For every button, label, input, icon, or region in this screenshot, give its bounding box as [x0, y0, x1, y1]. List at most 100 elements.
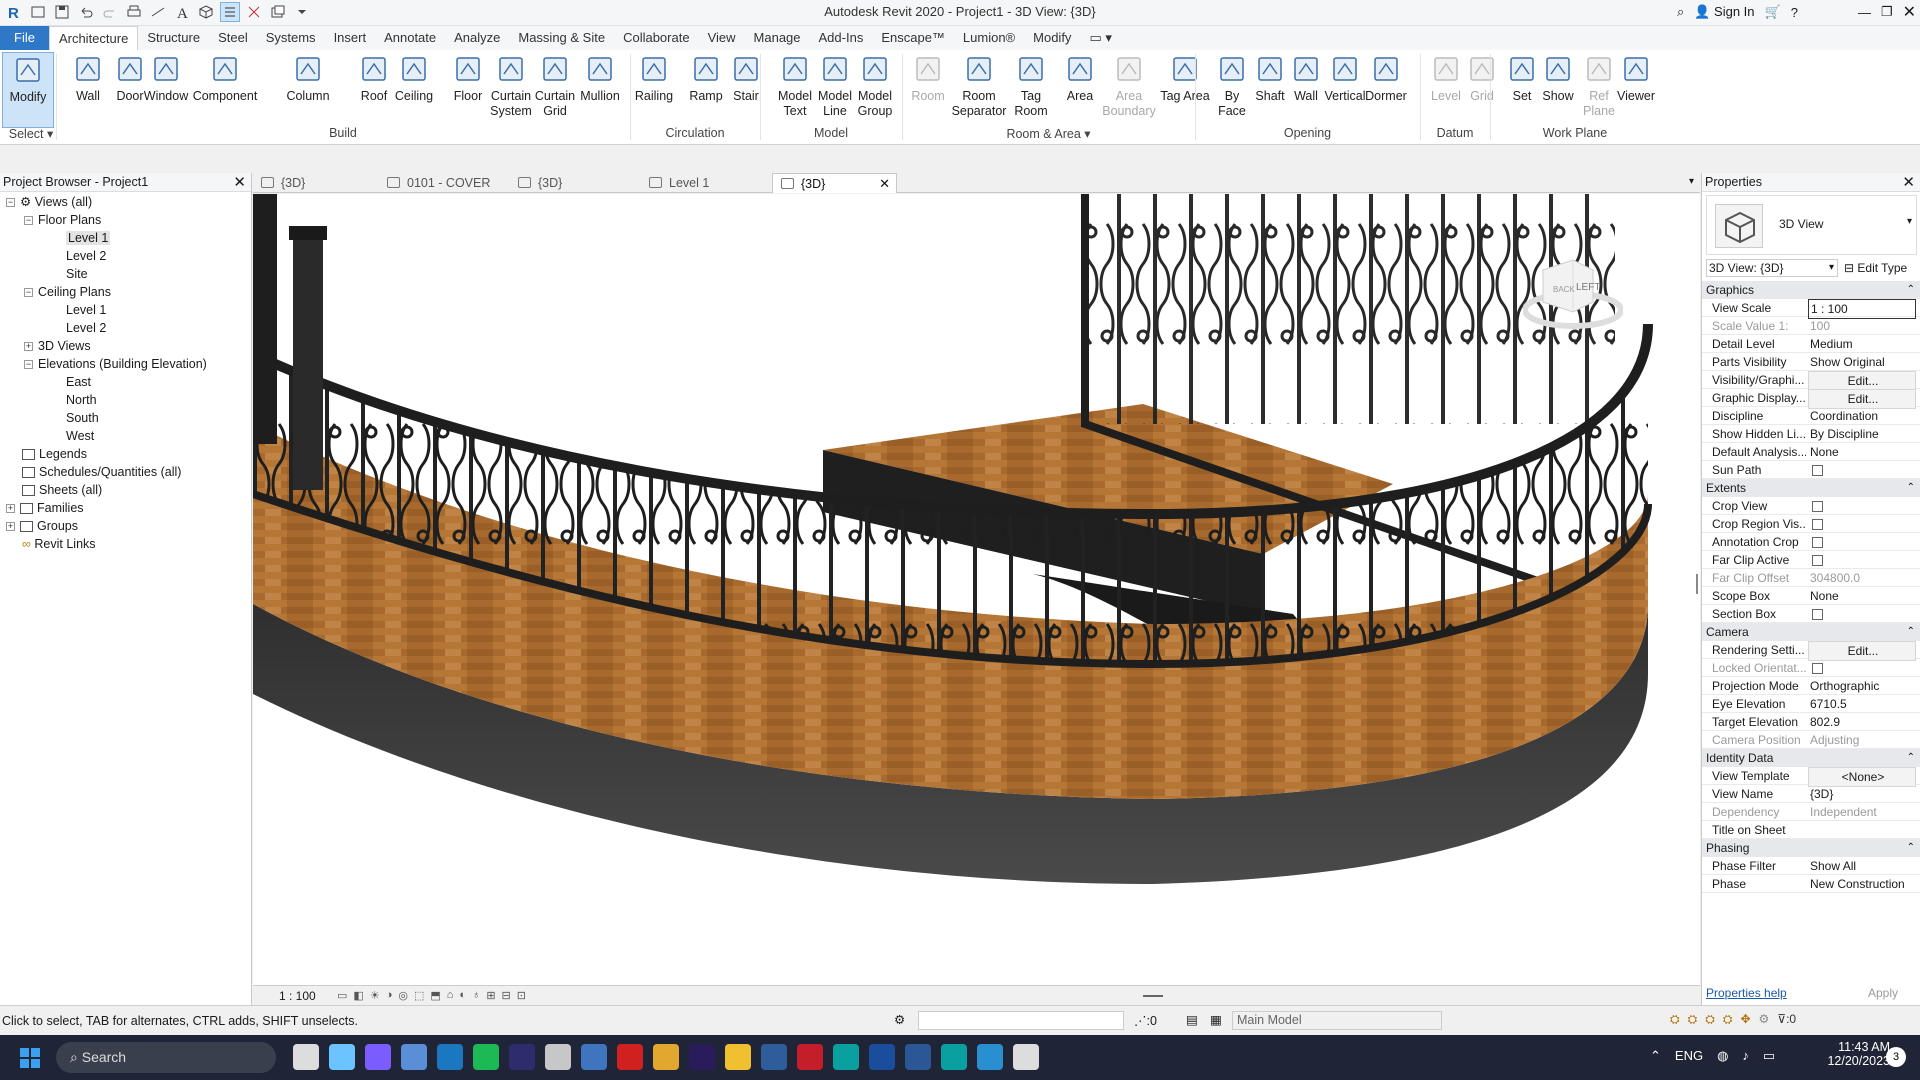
close-icon[interactable]: ✕	[233, 173, 246, 192]
property-value[interactable]: Edit...	[1808, 641, 1916, 661]
property-value[interactable]: Medium	[1808, 335, 1916, 353]
instance-selector[interactable]: 3D View: {3D} ▾	[1706, 259, 1838, 277]
tree-schedules[interactable]: Schedules/Quantities (all)	[0, 463, 251, 481]
workset-icon[interactable]: ⚙	[894, 1012, 905, 1027]
expand-icon[interactable]: +	[6, 522, 15, 532]
tree-sheets[interactable]: Sheets (all)	[0, 481, 251, 499]
newel-post-right[interactable]	[293, 230, 323, 490]
property-value[interactable]: Coordination	[1808, 407, 1916, 425]
section-extents[interactable]: Extents ⌃	[1702, 479, 1920, 497]
group-select[interactable]: Select ▾	[6, 126, 56, 141]
section-graphics[interactable]: Graphics ⌃	[1702, 281, 1920, 299]
tab-insert[interactable]: Insert	[325, 26, 376, 50]
collapse-icon[interactable]: ⌃	[1907, 623, 1915, 641]
tree-east[interactable]: East	[0, 373, 251, 391]
checkbox[interactable]	[1812, 465, 1823, 477]
tab-steel[interactable]: Steel	[209, 26, 257, 50]
tab-structure[interactable]: Structure	[138, 26, 209, 50]
ramp-button[interactable]: Ramp	[684, 52, 728, 128]
collapse-icon[interactable]: −	[24, 288, 33, 298]
cart-icon[interactable]: 🛒	[1765, 4, 1781, 20]
section-phasing[interactable]: Phasing ⌃	[1702, 839, 1920, 857]
media-icon[interactable]	[617, 1044, 643, 1070]
tree-ceiling-level-1[interactable]: Level 1	[0, 301, 251, 319]
roof-button[interactable]: Roof	[352, 52, 396, 128]
checkbox[interactable]	[1812, 501, 1823, 513]
checkbox[interactable]	[1812, 663, 1823, 675]
tab-analyze[interactable]: Analyze	[445, 26, 509, 50]
collapse-icon[interactable]: −	[6, 198, 15, 208]
contextual-dropdown-icon[interactable]: ▭ ▾	[1080, 26, 1120, 50]
tab-view[interactable]: View	[699, 26, 745, 50]
view-cube[interactable]: BACK LEFT	[1522, 250, 1624, 340]
editable-only-icon[interactable]: ▤	[1186, 1012, 1198, 1027]
collapse-icon[interactable]: −	[24, 216, 33, 226]
taskbar-search[interactable]: ⌕ Search	[56, 1042, 276, 1073]
select-by-face-icon[interactable]: ⛭	[1723, 1012, 1733, 1027]
plex-icon[interactable]	[689, 1044, 715, 1070]
model-group-button[interactable]: Model Group	[850, 52, 900, 128]
property-value[interactable]: <None>	[1808, 767, 1916, 787]
curtain-grid-button[interactable]: Curtain Grid	[530, 52, 580, 128]
tab-dropdown-icon[interactable]: ▾	[1689, 176, 1694, 187]
task-view-icon[interactable]	[293, 1044, 319, 1070]
type-selector[interactable]: 3D View ▾	[1706, 195, 1917, 255]
cloud-icon[interactable]	[329, 1044, 355, 1070]
clock[interactable]: 11:43 AM 12/20/2023	[1810, 1040, 1890, 1068]
volume-icon[interactable]: ♪	[1742, 1048, 1749, 1064]
edge-icon[interactable]	[473, 1044, 499, 1070]
properties-help-link[interactable]: Properties help	[1706, 986, 1787, 1000]
scale-control[interactable]: 1 : 100	[279, 989, 316, 1003]
stair-button[interactable]: Stair	[724, 52, 768, 128]
checkbox[interactable]	[1812, 537, 1823, 549]
section-identity[interactable]: Identity Data ⌃	[1702, 749, 1920, 767]
network-icon[interactable]: ◍	[1717, 1048, 1728, 1064]
area-boundary-button[interactable]: Area Boundary	[1102, 52, 1156, 128]
group-room-area[interactable]: Room & Area ▾	[902, 126, 1195, 141]
detail-level-icon[interactable]: ▭	[337, 989, 347, 1002]
curtain-system-button[interactable]: Curtain System	[486, 52, 536, 128]
edit-type-button[interactable]: ⊟ Edit Type	[1844, 259, 1907, 277]
photos-icon[interactable]	[401, 1044, 427, 1070]
wall-button[interactable]: Wall	[66, 52, 110, 128]
mullion-button[interactable]: Mullion	[578, 52, 622, 128]
spotify-icon[interactable]	[509, 1044, 535, 1070]
collapse-icon[interactable]: ⌃	[1907, 749, 1915, 767]
temp-hide-icon[interactable]: ◐	[459, 989, 466, 1002]
tree-site[interactable]: Site	[0, 265, 251, 283]
visual-style-icon[interactable]: ◧	[353, 989, 363, 1002]
design-option-icon[interactable]: ▦	[1210, 1012, 1222, 1027]
collapse-icon[interactable]: ⌃	[1907, 281, 1915, 299]
tab-massing-site[interactable]: Massing & Site	[509, 26, 614, 50]
column-button[interactable]: Column	[286, 52, 330, 128]
property-checkbox[interactable]	[1808, 515, 1916, 533]
property-value[interactable]: Show Original	[1808, 353, 1916, 371]
property-checkbox[interactable]	[1808, 551, 1916, 569]
tree-west[interactable]: West	[0, 427, 251, 445]
sign-in-button[interactable]: 👤 Sign In	[1694, 4, 1754, 20]
railing-button[interactable]: Railing	[632, 52, 676, 128]
property-value[interactable]: {3D}	[1808, 785, 1916, 803]
resize-handle[interactable]	[1696, 574, 1698, 594]
tab-add-ins[interactable]: Add-Ins	[810, 26, 873, 50]
show-crop-icon[interactable]: ⬒	[430, 989, 440, 1002]
view-tab-3d-2[interactable]: {3D}	[510, 173, 640, 193]
lrc-icon[interactable]	[437, 1044, 463, 1070]
opera-icon[interactable]	[653, 1044, 679, 1070]
premiere-icon[interactable]	[545, 1044, 571, 1070]
property-value[interactable]: Orthographic	[1808, 677, 1916, 695]
tab-modify[interactable]: Modify	[1024, 26, 1080, 50]
tab-file[interactable]: File	[0, 26, 49, 50]
property-value[interactable]: New Construction	[1808, 875, 1916, 893]
shadows-icon[interactable]: ◑	[386, 989, 393, 1002]
battery-icon[interactable]: ▭	[1763, 1048, 1775, 1064]
property-value[interactable]: 802.9	[1808, 713, 1916, 731]
floor-button[interactable]: Floor	[446, 52, 490, 128]
filter-icon[interactable]: ⊽:0	[1777, 1012, 1796, 1027]
tab-systems[interactable]: Systems	[257, 26, 325, 50]
property-checkbox[interactable]	[1808, 497, 1916, 515]
analysis-icon[interactable]: ⊞	[486, 989, 495, 1002]
tree-floor-level-2[interactable]: Level 2	[0, 247, 251, 265]
dormer-button[interactable]: Dormer	[1364, 52, 1408, 128]
3d-view-canvas[interactable]: BACK LEFT	[253, 194, 1700, 985]
